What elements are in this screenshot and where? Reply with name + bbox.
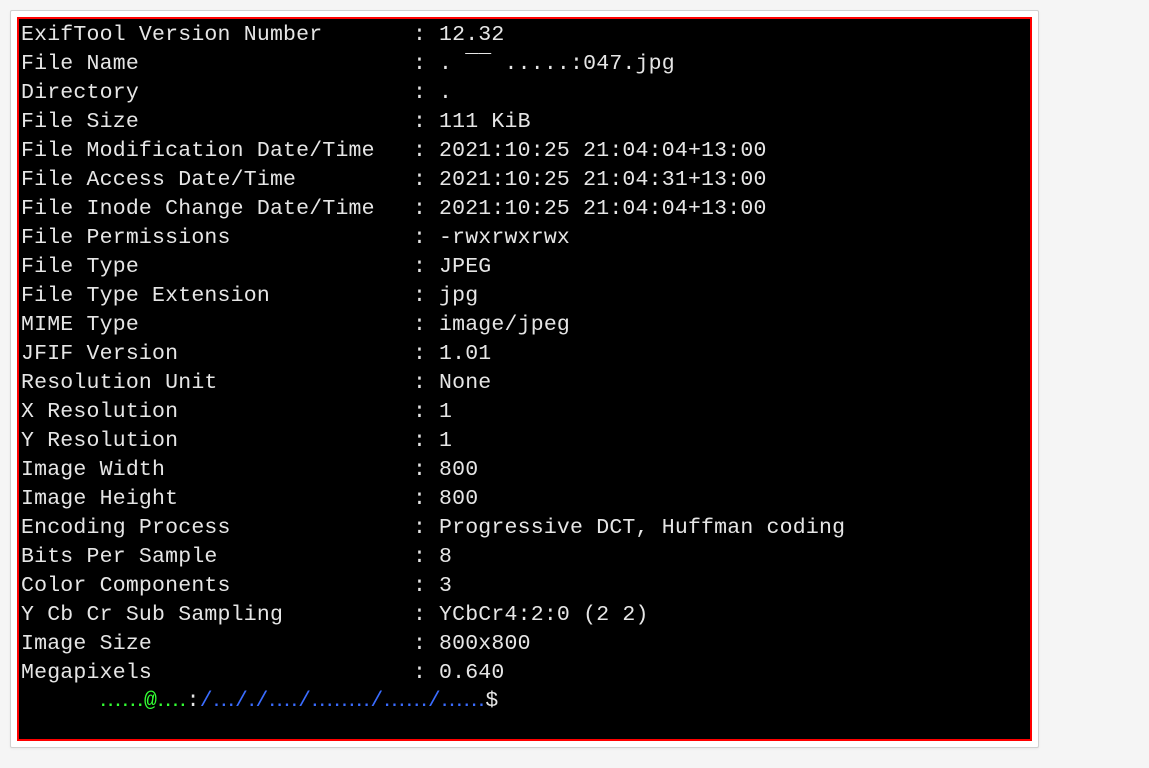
exif-separator: : bbox=[413, 282, 439, 311]
prompt-colon: : bbox=[187, 689, 200, 713]
prompt-path: /․․․/․/․․․․/․․․․․․․․/․․․․․․/․․․․․․ bbox=[200, 689, 486, 713]
exif-label: MIME Type bbox=[21, 311, 413, 340]
terminal-window: ExifTool Version Number : 12.32 File Nam… bbox=[17, 17, 1032, 741]
exif-label: File Access Date/Time bbox=[21, 166, 413, 195]
exif-value: jpg bbox=[439, 282, 1028, 311]
exif-separator: : bbox=[413, 21, 439, 50]
exif-label: File Inode Change Date/Time bbox=[21, 195, 413, 224]
exif-separator: : bbox=[413, 514, 439, 543]
exif-separator: : bbox=[413, 601, 439, 630]
exif-value: 1 bbox=[439, 427, 1028, 456]
exif-row: Y Cb Cr Sub Sampling : YCbCr4:2:0 (2 2) bbox=[21, 601, 1028, 630]
exif-separator: : bbox=[413, 572, 439, 601]
exif-row: X Resolution : 1 bbox=[21, 398, 1028, 427]
exif-value: 111 KiB bbox=[439, 108, 1028, 137]
exif-value: 800 bbox=[439, 485, 1028, 514]
exif-separator: : bbox=[413, 108, 439, 137]
exif-value: -rwxrwxrwx bbox=[439, 224, 1028, 253]
exif-value: 1 bbox=[439, 398, 1028, 427]
exif-separator: : bbox=[413, 224, 439, 253]
exif-value: Progressive DCT, Huffman coding bbox=[439, 514, 1028, 543]
exif-row: Encoding Process : Progressive DCT, Huff… bbox=[21, 514, 1028, 543]
exif-separator: : bbox=[413, 456, 439, 485]
exif-row: File Type : JPEG bbox=[21, 253, 1028, 282]
exif-value: 8 bbox=[439, 543, 1028, 572]
exif-row: Color Components : 3 bbox=[21, 572, 1028, 601]
exif-value: image/jpeg bbox=[439, 311, 1028, 340]
shell-prompt[interactable]: ․․․․․․@․․․․:/․․․/․/․․․․/․․․․․․․․/․․․․․․/… bbox=[21, 658, 498, 741]
exif-label: Encoding Process bbox=[21, 514, 413, 543]
exif-value: 3 bbox=[439, 572, 1028, 601]
exif-value: None bbox=[439, 369, 1028, 398]
exif-label: Y Cb Cr Sub Sampling bbox=[21, 601, 413, 630]
exif-row: Image Height : 800 bbox=[21, 485, 1028, 514]
exif-value: . bbox=[439, 79, 1028, 108]
exif-separator: : bbox=[413, 427, 439, 456]
prompt-user-host: ․․․․․․@․․․․ bbox=[100, 689, 187, 713]
exif-row: Image Width : 800 bbox=[21, 456, 1028, 485]
prompt-suffix: $ bbox=[485, 689, 498, 713]
exif-separator: : bbox=[413, 485, 439, 514]
exif-separator: : bbox=[413, 398, 439, 427]
exif-row: File Inode Change Date/Time : 2021:10:25… bbox=[21, 195, 1028, 224]
exif-label: Image Width bbox=[21, 456, 413, 485]
exif-separator: : bbox=[413, 630, 439, 659]
exif-separator: : bbox=[413, 195, 439, 224]
exif-label: File Modification Date/Time bbox=[21, 137, 413, 166]
exif-label: Image Size bbox=[21, 630, 413, 659]
exif-row: File Modification Date/Time : 2021:10:25… bbox=[21, 137, 1028, 166]
exif-value: JPEG bbox=[439, 253, 1028, 282]
exif-separator: : bbox=[413, 137, 439, 166]
exif-label: JFIF Version bbox=[21, 340, 413, 369]
exif-row: JFIF Version : 1.01 bbox=[21, 340, 1028, 369]
exif-label: Y Resolution bbox=[21, 427, 413, 456]
exif-value: 2021:10:25 21:04:04+13:00 bbox=[439, 137, 1028, 166]
screenshot-frame: ExifTool Version Number : 12.32 File Nam… bbox=[10, 10, 1039, 748]
exif-row: ExifTool Version Number : 12.32 bbox=[21, 21, 1028, 50]
exif-label: File Name bbox=[21, 50, 413, 79]
exif-separator: : bbox=[413, 340, 439, 369]
exif-value: . ‾‾ .....:047.jpg bbox=[439, 50, 1028, 79]
exif-row: Y Resolution : 1 bbox=[21, 427, 1028, 456]
exif-row: Bits Per Sample : 8 bbox=[21, 543, 1028, 572]
exif-label: File Permissions bbox=[21, 224, 413, 253]
exif-value: 800x800 bbox=[439, 630, 1028, 659]
exif-value: 0.640 bbox=[439, 659, 1028, 688]
exif-row: Image Size : 800x800 bbox=[21, 630, 1028, 659]
exif-separator: : bbox=[413, 79, 439, 108]
exif-value: YCbCr4:2:0 (2 2) bbox=[439, 601, 1028, 630]
exif-label: File Type bbox=[21, 253, 413, 282]
exif-label: File Type Extension bbox=[21, 282, 413, 311]
exif-separator: : bbox=[413, 50, 439, 79]
exif-row: File Size : 111 KiB bbox=[21, 108, 1028, 137]
exif-row: File Type Extension : jpg bbox=[21, 282, 1028, 311]
exif-label: Image Height bbox=[21, 485, 413, 514]
exif-value: 1.01 bbox=[439, 340, 1028, 369]
exif-row: Resolution Unit : None bbox=[21, 369, 1028, 398]
exif-label: Bits Per Sample bbox=[21, 543, 413, 572]
exif-label: X Resolution bbox=[21, 398, 413, 427]
exif-value: 800 bbox=[439, 456, 1028, 485]
exif-row: File Permissions : -rwxrwxrwx bbox=[21, 224, 1028, 253]
exif-separator: : bbox=[413, 543, 439, 572]
exif-label: ExifTool Version Number bbox=[21, 21, 413, 50]
exif-label: File Size bbox=[21, 108, 413, 137]
exif-separator: : bbox=[413, 369, 439, 398]
exif-value: 2021:10:25 21:04:31+13:00 bbox=[439, 166, 1028, 195]
exif-separator: : bbox=[413, 166, 439, 195]
exif-row: MIME Type : image/jpeg bbox=[21, 311, 1028, 340]
exif-row: File Name : . ‾‾ .....:047.jpg bbox=[21, 50, 1028, 79]
exif-label: Resolution Unit bbox=[21, 369, 413, 398]
exif-label: Directory bbox=[21, 79, 413, 108]
exif-row: Directory : . bbox=[21, 79, 1028, 108]
exif-row: File Access Date/Time : 2021:10:25 21:04… bbox=[21, 166, 1028, 195]
exif-separator: : bbox=[413, 311, 439, 340]
exif-value: 12.32 bbox=[439, 21, 1028, 50]
exif-separator: : bbox=[413, 253, 439, 282]
exif-value: 2021:10:25 21:04:04+13:00 bbox=[439, 195, 1028, 224]
exif-label: Color Components bbox=[21, 572, 413, 601]
